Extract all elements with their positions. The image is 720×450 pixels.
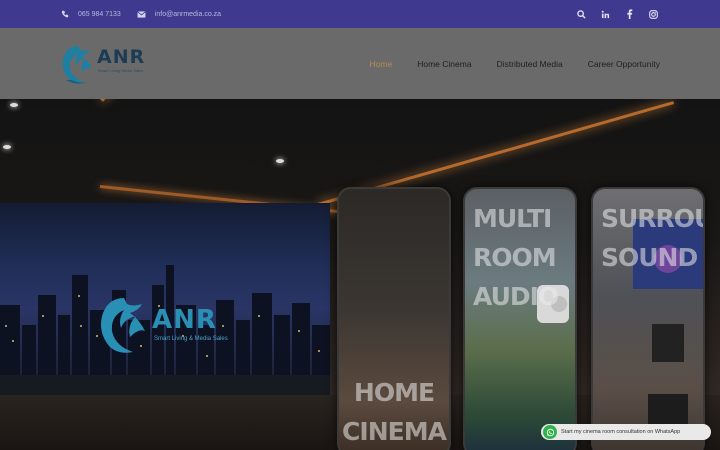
topbar-icons	[576, 0, 658, 28]
site-logo[interactable]: ANR Smart Living Media Sales	[58, 42, 168, 88]
whatsapp-cta-label: Start my cinema room consultation on Wha…	[561, 429, 681, 435]
card-title: MULTI ROOM AUDIO	[473, 204, 559, 311]
top-bar: 065 984 7133 info@anrmedia.co.za	[0, 0, 720, 28]
site-header: ANR Smart Living Media Sales Home Home C…	[0, 28, 720, 99]
search-icon[interactable]	[576, 9, 586, 19]
card-multi-room-audio[interactable]: MULTI ROOM AUDIO	[463, 187, 577, 450]
cinema-screen: ANR Smart Living & Media Sales	[0, 203, 330, 395]
email-contact[interactable]: info@anrmedia.co.za	[137, 9, 221, 19]
facebook-icon[interactable]	[624, 9, 634, 19]
instagram-icon[interactable]	[648, 9, 658, 19]
card-title: HOME CINEMA	[342, 378, 447, 446]
whatsapp-cta-button[interactable]: Start my cinema room consultation on Wha…	[541, 424, 711, 440]
phone-icon	[60, 9, 70, 19]
phone-number: 065 984 7133	[78, 10, 121, 18]
envelope-icon	[137, 9, 147, 19]
main-nav: Home Home Cinema Distributed Media Caree…	[370, 28, 660, 99]
ceiling-spotlight	[276, 159, 284, 163]
speaker-tower-image	[648, 324, 688, 424]
phoenix-logo-icon	[62, 46, 92, 84]
contact-info: 065 984 7133 info@anrmedia.co.za	[60, 0, 221, 28]
hero-section: ANR Smart Living & Media Sales HOME CINE…	[0, 99, 720, 450]
ceiling-light-strip	[100, 99, 164, 102]
phone-contact[interactable]: 065 984 7133	[60, 9, 121, 19]
email-address: info@anrmedia.co.za	[154, 10, 222, 18]
screen-logo-wordmark: ANR	[152, 305, 217, 335]
screen-logo: ANR Smart Living & Media Sales	[94, 291, 244, 361]
card-surround-sound[interactable]: SURROUND SOUND	[591, 187, 705, 450]
nav-home-cinema[interactable]: Home Cinema	[417, 59, 471, 69]
nav-career-opportunity[interactable]: Career Opportunity	[588, 59, 660, 69]
ceiling-spotlight	[3, 145, 11, 149]
logo-wordmark: ANR	[97, 46, 146, 68]
phoenix-logo-icon	[101, 298, 145, 353]
whatsapp-icon	[543, 425, 557, 439]
nav-home[interactable]: Home	[370, 59, 393, 69]
screen-logo-tagline: Smart Living & Media Sales	[154, 336, 228, 342]
linkedin-icon[interactable]	[600, 9, 610, 19]
card-home-cinema[interactable]: HOME CINEMA	[337, 187, 451, 450]
logo-tagline: Smart Living Media Sales	[98, 68, 144, 73]
card-title: SURROUND SOUND	[601, 204, 703, 272]
ceiling-spotlight	[10, 103, 18, 107]
nav-distributed-media[interactable]: Distributed Media	[497, 59, 563, 69]
